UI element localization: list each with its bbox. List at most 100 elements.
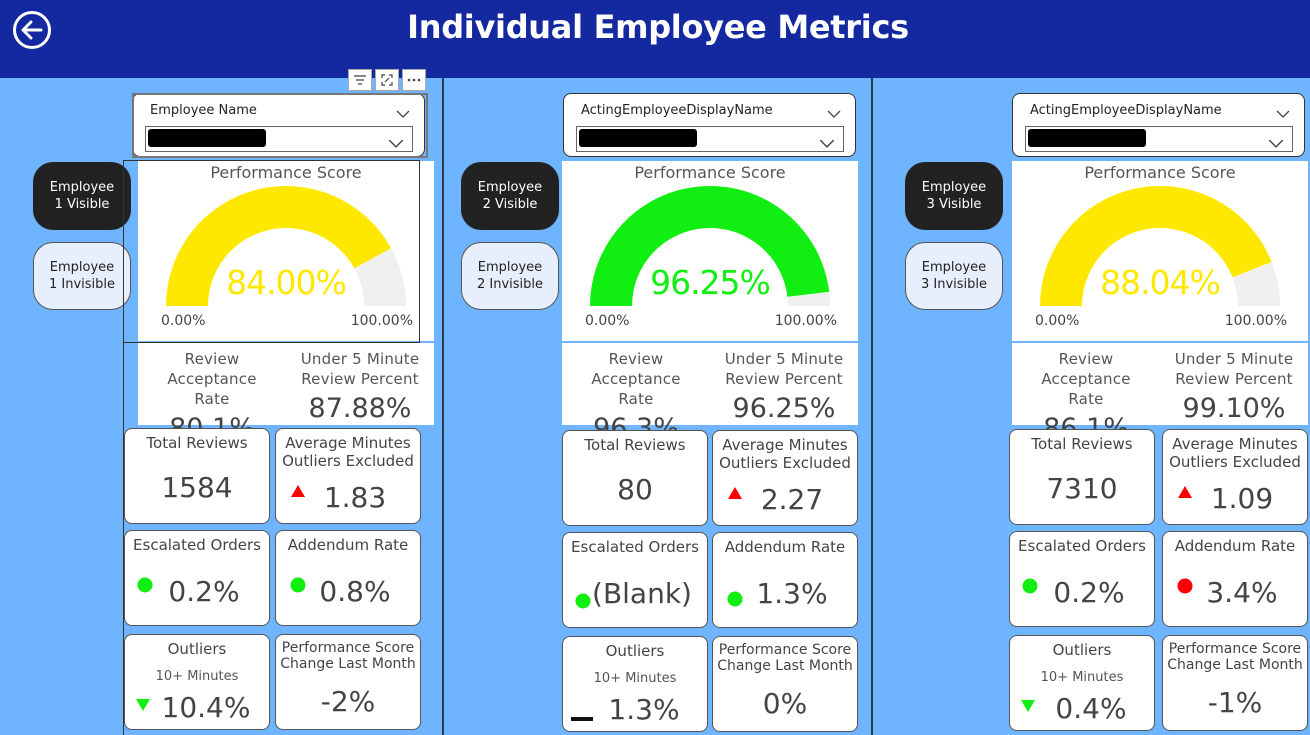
employee-invisible-button[interactable]: Employee 3 Invisible — [905, 242, 1003, 310]
focus-frame-edge — [123, 160, 124, 735]
card-title: Average Minutes Outliers Excluded — [719, 436, 851, 472]
gauge-max: 100.00% — [1224, 313, 1287, 329]
card-title: Escalated Orders — [571, 538, 699, 556]
addendum-value: 1.3% — [756, 577, 828, 610]
card-title: Escalated Orders — [133, 536, 261, 554]
slicer-label: ActingEmployeeDisplayName — [1030, 103, 1222, 118]
chevron-down-icon[interactable] — [1276, 103, 1290, 122]
card-title: Escalated Orders — [1018, 537, 1146, 555]
outliers-value: 10.4% — [161, 691, 251, 724]
perf-change-value: -2% — [320, 685, 376, 718]
escalated-orders-card[interactable]: Escalated Orders (Blank) — [562, 532, 708, 628]
addendum-value: 0.8% — [319, 575, 391, 608]
avg-minutes-card[interactable]: Average Minutes Outliers Excluded 2.27 — [712, 430, 858, 526]
gauge-value: 88.04% — [1100, 263, 1221, 302]
total-reviews-card[interactable]: Total Reviews 1584 — [124, 428, 270, 524]
gauge-title: Performance Score — [1084, 163, 1236, 182]
employee-invisible-button[interactable]: Employee 1 Invisible — [33, 242, 131, 310]
avg-minutes-value: 1.09 — [1210, 482, 1274, 515]
gauge-max: 100.00% — [774, 313, 837, 329]
page-title: Individual Employee Metrics — [407, 8, 909, 46]
under5-label: Under 5 Minute Review Percent — [300, 350, 420, 388]
outliers-value: 0.4% — [1055, 692, 1127, 725]
header-bar: Individual Employee Metrics — [0, 0, 1310, 78]
gauge-min: 0.00% — [1035, 313, 1080, 329]
panel-divider — [442, 78, 444, 735]
performance-change-card[interactable]: Performance Score Change Last Month 0% — [712, 636, 858, 732]
card-title: Performance Score Change Last Month — [717, 642, 853, 674]
under5-value: 99.10% — [1182, 393, 1286, 424]
total-reviews-card[interactable]: Total Reviews 7310 — [1009, 429, 1155, 525]
avg-minutes-card[interactable]: Average Minutes Outliers Excluded 1.83 — [275, 428, 421, 524]
employee-visible-button[interactable]: Employee 2 Visible — [461, 162, 559, 230]
card-title: Average Minutes Outliers Excluded — [1169, 435, 1301, 471]
review-kpis: Review Acceptance Rate 96.3% Under 5 Minut… — [562, 343, 858, 444]
card-title: Performance Score Change Last Month — [280, 640, 416, 672]
gauge-title: Performance Score — [634, 163, 786, 182]
outliers-card[interactable]: Outliers 10+ Minutes 10.4% — [124, 634, 270, 730]
review-acceptance-label: Review Acceptance Rate — [1041, 350, 1131, 408]
perf-change-value: -1% — [1207, 686, 1263, 719]
review-kpis: Review Acceptance Rate86.1%Under 5 Minut… — [1012, 343, 1308, 444]
total-reviews-card[interactable]: Total Reviews 80 — [562, 430, 708, 526]
focus-mode-icon[interactable] — [375, 69, 399, 91]
under5-label: Under 5 Minute Review Percent — [724, 350, 844, 388]
redacted-value — [579, 129, 697, 147]
gauge-value: 96.25% — [650, 263, 771, 302]
card-title: Addendum Rate — [1174, 537, 1296, 555]
avg-minutes-card[interactable]: Average Minutes Outliers Excluded 1.09 — [1162, 429, 1308, 525]
card-subtitle: 10+ Minutes — [1040, 670, 1124, 685]
review-acceptance-label: Review Acceptance Rate — [591, 350, 681, 408]
card-title: Addendum Rate — [724, 538, 846, 556]
card-subtitle: 10+ Minutes — [155, 669, 239, 684]
under5-label: Under 5 Minute Review Percent — [1174, 350, 1294, 388]
card-title: Addendum Rate — [287, 536, 409, 554]
card-title: Total Reviews — [584, 436, 686, 454]
escalated-value: 0.2% — [1053, 576, 1125, 609]
card-title: Outliers — [1052, 641, 1112, 659]
outliers-value: 1.3% — [608, 693, 680, 726]
card-subtitle: 10+ Minutes — [593, 671, 677, 686]
employee-slicer[interactable]: ActingEmployeeDisplayName — [563, 93, 856, 157]
employee-visible-button[interactable]: Employee 3 Visible — [905, 162, 1003, 230]
total-reviews-value: 1584 — [161, 471, 233, 504]
avg-minutes-value: 1.83 — [323, 481, 387, 514]
more-options-icon[interactable] — [402, 69, 426, 91]
slicer-label: ActingEmployeeDisplayName — [581, 103, 773, 118]
addendum-rate-card[interactable]: Addendum Rate 0.8% — [275, 530, 421, 626]
panel-divider — [871, 78, 873, 735]
card-title: Total Reviews — [146, 434, 248, 452]
card-title: Outliers — [167, 640, 227, 658]
performance-change-card[interactable]: Performance Score Change Last Month -1% — [1162, 635, 1308, 731]
filter-icon[interactable] — [348, 69, 372, 91]
outliers-card[interactable]: Outliers 10+ Minutes 0.4% — [1009, 635, 1155, 731]
total-reviews-value: 80 — [617, 473, 653, 506]
escalated-orders-card[interactable]: Escalated Orders 0.2% — [1009, 531, 1155, 627]
review-kpis: Review Acceptance Rate80.1%Under 5 Minut… — [138, 343, 434, 444]
gauge-min: 0.00% — [585, 313, 630, 329]
chevron-down-icon — [1268, 133, 1284, 152]
card-title: Total Reviews — [1031, 435, 1133, 453]
card-title: Performance Score Change Last Month — [1167, 641, 1303, 673]
addendum-rate-card[interactable]: Addendum Rate 3.4% — [1162, 531, 1308, 627]
addendum-rate-card[interactable]: Addendum Rate 1.3% — [712, 532, 858, 628]
avg-minutes-value: 2.27 — [760, 483, 824, 516]
perf-change-value: 0% — [762, 687, 808, 720]
employee-visible-button[interactable]: Employee 1 Visible — [33, 162, 131, 230]
gauge-focus-frame — [123, 160, 420, 343]
chevron-down-icon[interactable] — [827, 103, 841, 122]
performance-change-card[interactable]: Performance Score Change Last Month -2% — [275, 634, 421, 730]
employee-dropdown[interactable] — [576, 126, 844, 152]
visual-toolbar — [348, 69, 426, 91]
performance-score-gauge[interactable]: Performance Score 88.04% 0.00% 100.00% — [1012, 161, 1308, 341]
performance-score-gauge[interactable]: Performance Score 96.25% 0.00% 100.00% — [562, 161, 858, 341]
escalated-orders-card[interactable]: Escalated Orders 0.2% — [124, 530, 270, 626]
employee-invisible-button[interactable]: Employee 2 Invisible — [461, 242, 559, 310]
escalated-value: (Blank) — [592, 577, 692, 610]
redacted-value — [1028, 129, 1146, 147]
employee-dropdown[interactable] — [1025, 126, 1293, 152]
outliers-card[interactable]: Outliers 10+ Minutes 1.3% — [562, 636, 708, 732]
employee-slicer[interactable]: ActingEmployeeDisplayName — [1012, 93, 1305, 157]
selection-frame — [132, 93, 428, 158]
card-title: Average Minutes Outliers Excluded — [282, 434, 414, 470]
